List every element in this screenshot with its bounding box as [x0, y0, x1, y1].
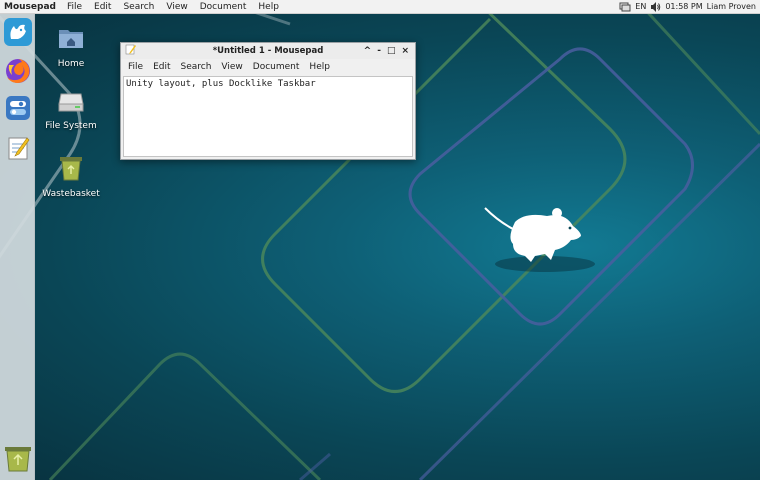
home-folder-icon: [57, 24, 85, 55]
editor-content: Unity layout, plus Docklike Taskbar: [126, 79, 316, 89]
whisker-menu-button[interactable]: [2, 18, 33, 49]
panel-menu-file[interactable]: File: [61, 2, 88, 12]
text-editor-icon: [5, 135, 31, 164]
close-button[interactable]: ×: [401, 46, 409, 56]
minimize-button[interactable]: -: [377, 46, 381, 56]
desktop-icon-home[interactable]: Home: [36, 24, 106, 69]
window-menu-file[interactable]: File: [123, 62, 148, 72]
desktop-icon-label: File System: [45, 121, 97, 131]
firefox-icon: [4, 57, 32, 88]
window-menu-search[interactable]: Search: [176, 62, 217, 72]
desktop-icon-label: Wastebasket: [42, 189, 100, 199]
window-menu-edit[interactable]: Edit: [148, 62, 175, 72]
top-panel: Mousepad File Edit Search View Document …: [0, 0, 760, 14]
panel-menu-search[interactable]: Search: [117, 2, 160, 12]
panel-menu-edit[interactable]: Edit: [88, 2, 117, 12]
user-name[interactable]: Liam Proven: [707, 2, 756, 11]
drive-icon: [57, 90, 85, 117]
mousepad-app-icon: [121, 44, 136, 58]
wastebasket-icon: [3, 443, 33, 476]
panel-menu-help[interactable]: Help: [252, 2, 285, 12]
keyboard-layout[interactable]: EN: [635, 2, 646, 11]
system-tray: EN 01:58 PM Liam Proven: [619, 1, 760, 12]
text-editor-area[interactable]: Unity layout, plus Docklike Taskbar: [123, 76, 413, 157]
desktop-icon-label: Home: [57, 59, 85, 69]
maximize-button[interactable]: □: [387, 46, 396, 56]
text-editor-launcher[interactable]: [2, 134, 33, 165]
settings-launcher[interactable]: [2, 94, 33, 125]
panel-menu-view[interactable]: View: [160, 2, 193, 12]
settings-toggle-icon: [5, 95, 31, 124]
whisker-menu-icon: [3, 17, 33, 50]
window-menu-document[interactable]: Document: [248, 62, 305, 72]
dock-trash[interactable]: [2, 444, 33, 475]
window-menu-help[interactable]: Help: [304, 62, 335, 72]
active-app-name[interactable]: Mousepad: [0, 2, 61, 12]
firefox-launcher[interactable]: [2, 57, 33, 88]
trash-icon: [57, 154, 85, 185]
panel-menu-document[interactable]: Document: [194, 2, 253, 12]
window-menu-button[interactable]: ^: [364, 46, 372, 56]
dock: [0, 14, 35, 480]
window-menu-view[interactable]: View: [216, 62, 247, 72]
desktop-icon-filesystem[interactable]: File System: [36, 90, 106, 131]
network-icon[interactable]: [619, 2, 631, 12]
window-menubar: File Edit Search View Document Help: [121, 59, 415, 74]
volume-icon[interactable]: [650, 1, 661, 12]
desktop-icon-wastebasket[interactable]: Wastebasket: [36, 154, 106, 199]
mousepad-window: *Untitled 1 - Mousepad ^ - □ × File Edit…: [120, 42, 416, 160]
window-titlebar[interactable]: *Untitled 1 - Mousepad ^ - □ ×: [121, 43, 415, 59]
xfce-mouse-logo: [484, 207, 595, 272]
clock[interactable]: 01:58 PM: [665, 2, 702, 11]
